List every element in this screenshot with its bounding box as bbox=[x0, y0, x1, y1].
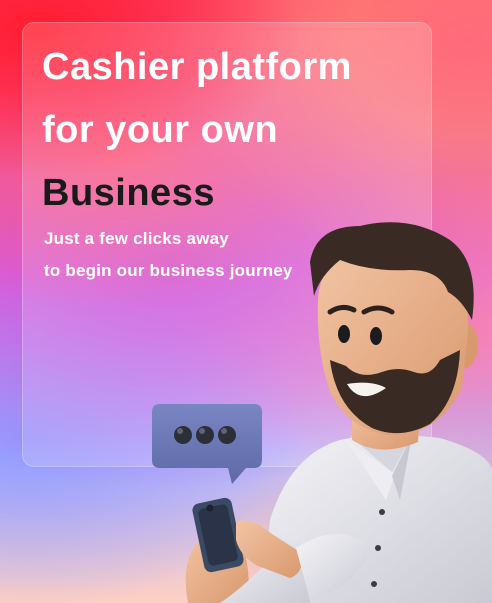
man-with-phone-illustration bbox=[152, 222, 492, 603]
head bbox=[310, 222, 478, 436]
typing-dots-icon bbox=[174, 426, 236, 444]
chat-bubble-icon bbox=[152, 404, 262, 484]
hero-banner: Cashier platform for your own Business J… bbox=[0, 0, 492, 603]
